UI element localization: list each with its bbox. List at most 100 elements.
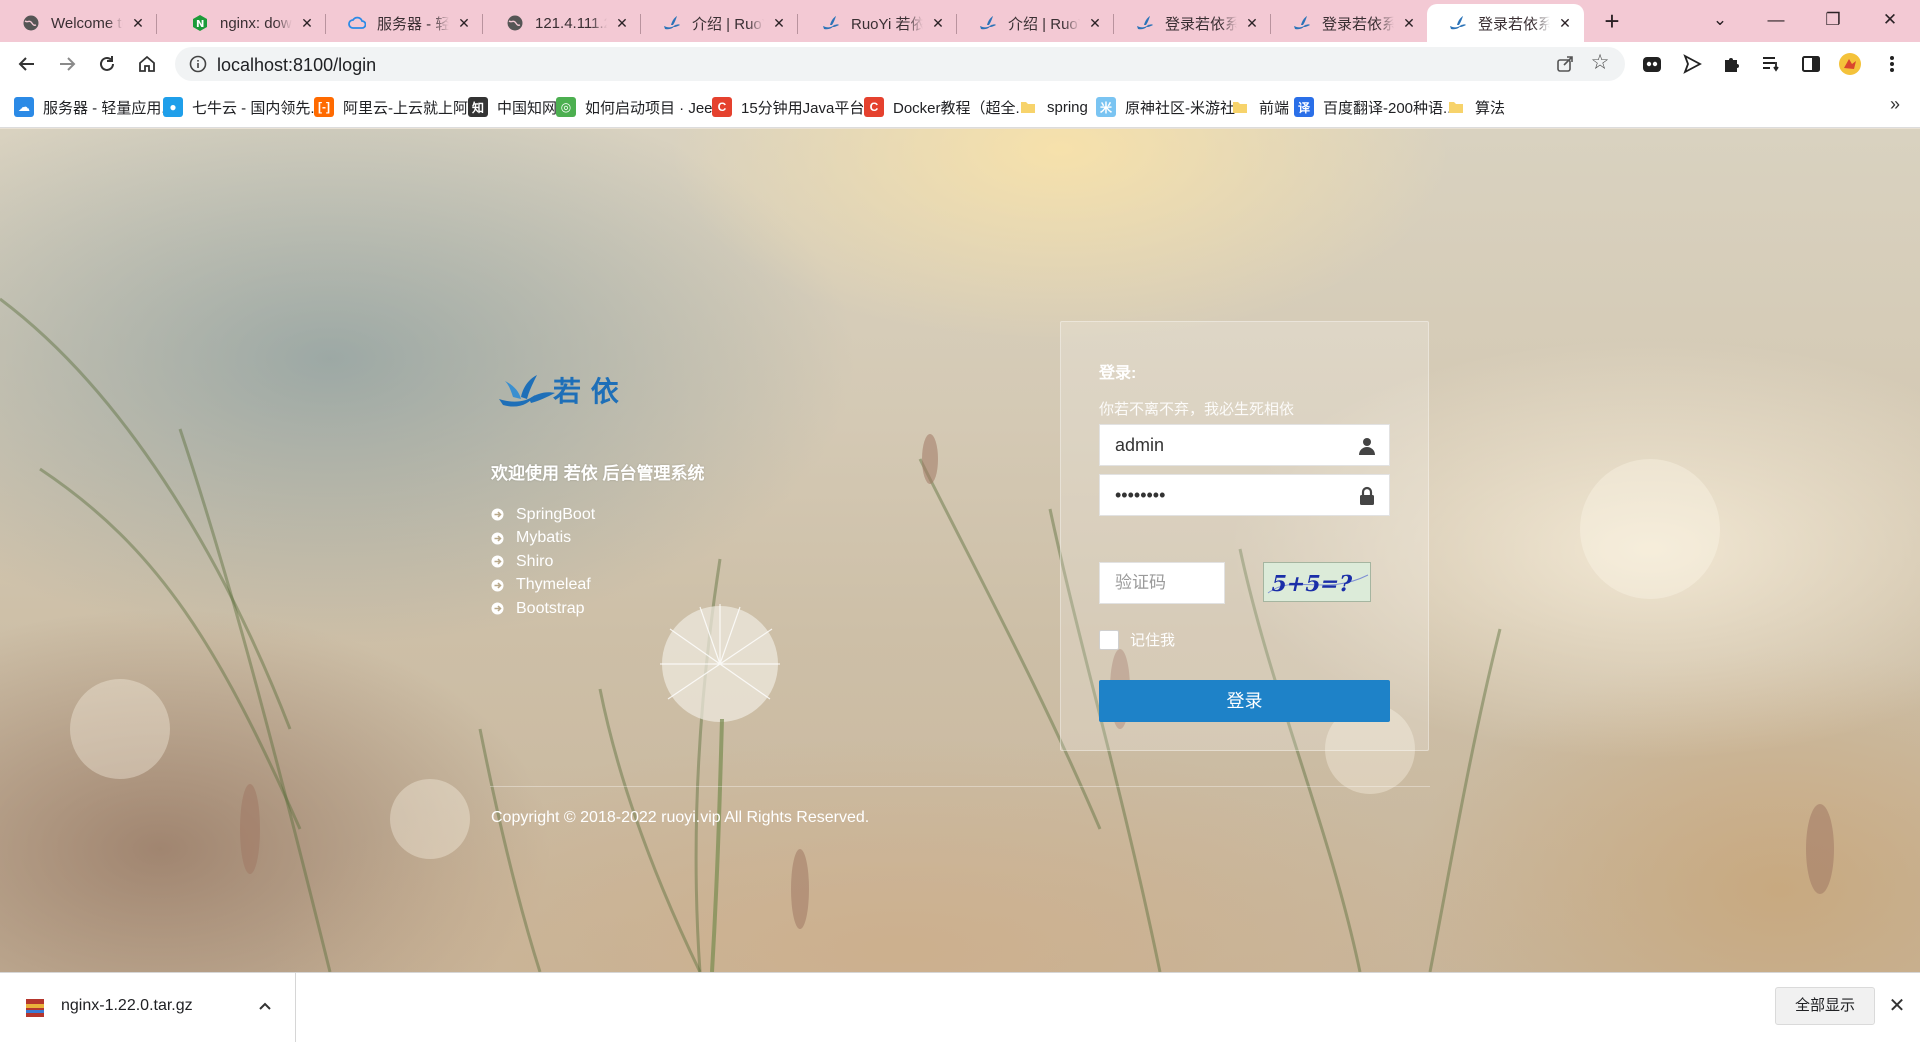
globe-icon bbox=[22, 14, 40, 32]
reading-list-icon[interactable] bbox=[1759, 52, 1783, 76]
tab-title: 服务器 - 轻量应用服务器 bbox=[377, 15, 449, 33]
browser-tab[interactable]: 登录若依系统 ✕ bbox=[1271, 4, 1428, 42]
download-item[interactable]: nginx-1.22.0.tar.gz bbox=[0, 973, 296, 1042]
svg-text:N: N bbox=[196, 19, 204, 30]
show-all-downloads-button[interactable]: 全部显示 bbox=[1775, 987, 1875, 1025]
share-icon[interactable] bbox=[1555, 54, 1575, 74]
bookmark-item[interactable]: 前端 bbox=[1230, 96, 1289, 118]
remember-me-checkbox[interactable] bbox=[1099, 629, 1119, 650]
bookmark-item[interactable]: 米原神社区-米游社 bbox=[1096, 96, 1235, 118]
captcha-input[interactable] bbox=[1100, 563, 1220, 603]
close-tab-icon[interactable]: ✕ bbox=[1243, 14, 1261, 32]
bookmark-item[interactable]: 知中国知网 bbox=[468, 96, 557, 118]
password-input[interactable] bbox=[1100, 475, 1340, 515]
bookmark-item[interactable]: ◎ 如何启动项目 · Jee... bbox=[556, 96, 725, 118]
browser-toolbar: localhost:8100/login ☆ bbox=[0, 42, 1920, 86]
forward-button[interactable] bbox=[53, 50, 81, 78]
close-tab-icon[interactable]: ✕ bbox=[770, 14, 788, 32]
extensions-puzzle-icon[interactable] bbox=[1719, 52, 1743, 76]
reload-button[interactable] bbox=[93, 50, 121, 78]
bookmark-item[interactable]: ☁ 服务器 - 轻量应用... bbox=[14, 96, 174, 118]
bookmark-label: 前端 bbox=[1259, 99, 1290, 117]
browser-tab[interactable]: 介绍 | RuoYi ✕ bbox=[957, 4, 1114, 42]
bookmark-item[interactable]: spring bbox=[1018, 96, 1088, 118]
feature-item: Bootstrap bbox=[491, 597, 595, 621]
captcha-image[interactable]: 5+5=? bbox=[1263, 562, 1371, 602]
bookmark-label: 七牛云 - 国内领先... bbox=[192, 99, 323, 117]
browser-tab[interactable]: 介绍 | RuoYi ✕ bbox=[641, 4, 798, 42]
close-tab-icon[interactable]: ✕ bbox=[455, 14, 473, 32]
password-field-wrapper bbox=[1099, 474, 1390, 516]
close-tab-icon[interactable]: ✕ bbox=[1086, 14, 1104, 32]
csdn-icon: C bbox=[712, 97, 732, 117]
bookmark-item[interactable]: 算法 bbox=[1446, 96, 1505, 118]
login-title: 登录: bbox=[1099, 365, 1137, 382]
restore-button[interactable]: ❐ bbox=[1817, 6, 1849, 34]
extension-send-icon[interactable] bbox=[1680, 52, 1704, 76]
url-text[interactable]: localhost:8100/login bbox=[217, 55, 376, 76]
arrow-right-icon bbox=[60, 57, 76, 71]
address-bar[interactable]: localhost:8100/login ☆ bbox=[175, 47, 1625, 81]
home-button[interactable] bbox=[133, 50, 161, 78]
bookmark-item[interactable]: [-] 阿里云-上云就上阿... bbox=[314, 96, 481, 118]
side-panel-icon[interactable] bbox=[1799, 52, 1823, 76]
bookmark-label: 阿里云-上云就上阿... bbox=[343, 99, 481, 117]
extension-ghost-icon[interactable] bbox=[1640, 52, 1664, 76]
ruoyi-icon bbox=[1293, 14, 1311, 32]
close-tab-icon[interactable]: ✕ bbox=[929, 14, 947, 32]
close-tab-icon[interactable]: ✕ bbox=[1400, 14, 1418, 32]
tab-separator bbox=[156, 14, 157, 34]
svg-text:若 依: 若 依 bbox=[553, 375, 620, 408]
tab-title: 登录若依系统 bbox=[1478, 15, 1550, 33]
close-download-bar-button[interactable]: ✕ bbox=[1886, 995, 1908, 1017]
browser-menu-icon[interactable] bbox=[1880, 52, 1904, 76]
browser-tab[interactable]: Nnginx: download ✕ bbox=[169, 4, 326, 42]
user-icon bbox=[1359, 438, 1375, 455]
bookmark-label: spring bbox=[1047, 98, 1088, 116]
new-tab-button[interactable]: + bbox=[1598, 8, 1626, 36]
chevron-up-icon[interactable] bbox=[256, 997, 274, 1015]
bookmark-item[interactable]: C Docker教程（超全... bbox=[864, 96, 1028, 118]
browser-tab-bar: Welcome to nginx!✕Nnginx: download✕服务器 -… bbox=[0, 0, 1920, 42]
browser-tab[interactable]: RuoYi 若依官方网站 ✕ bbox=[800, 4, 957, 42]
download-filename: nginx-1.22.0.tar.gz bbox=[61, 997, 193, 1014]
info-icon[interactable] bbox=[189, 55, 207, 73]
close-tab-icon[interactable]: ✕ bbox=[129, 14, 147, 32]
close-tab-icon[interactable]: ✕ bbox=[613, 14, 631, 32]
browser-tab[interactable]: 服务器 - 轻量应用服务器 ✕ bbox=[326, 4, 483, 42]
close-tab-icon[interactable]: ✕ bbox=[298, 14, 316, 32]
bookmark-item[interactable]: ● 七牛云 - 国内领先... bbox=[163, 96, 323, 118]
username-input[interactable] bbox=[1100, 425, 1340, 465]
tab-title: RuoYi 若依官方网站 bbox=[851, 15, 923, 33]
captcha-text: 5+5=? bbox=[1269, 571, 1355, 597]
tab-search-button[interactable]: ⌄ bbox=[1704, 6, 1736, 34]
browser-tab[interactable]: 121.4.111.222 ✕ bbox=[484, 4, 641, 42]
translate-icon: 译 bbox=[1294, 97, 1314, 117]
browser-tab[interactable]: 登录若依系统 ✕ bbox=[1427, 4, 1584, 42]
bookmarks-overflow-button[interactable]: » bbox=[1890, 94, 1900, 115]
close-tab-icon[interactable]: ✕ bbox=[1556, 14, 1574, 32]
window-close-button[interactable]: ✕ bbox=[1874, 6, 1906, 34]
login-button[interactable]: 登录 bbox=[1099, 680, 1390, 722]
captcha-field-wrapper bbox=[1099, 562, 1225, 604]
back-button[interactable] bbox=[13, 50, 41, 78]
ruoyi-icon bbox=[1136, 14, 1154, 32]
profile-avatar-icon[interactable] bbox=[1838, 52, 1862, 76]
bookmark-star-icon[interactable]: ☆ bbox=[1589, 52, 1611, 74]
browser-tab[interactable]: Welcome to nginx! ✕ bbox=[0, 4, 157, 42]
remember-me[interactable]: 记住我 bbox=[1099, 629, 1175, 650]
minimize-button[interactable]: — bbox=[1760, 6, 1792, 34]
feature-label: Bootstrap bbox=[516, 599, 585, 617]
login-page: 若 依 欢迎使用 若依 后台管理系统 SpringBoot Mybatis Shir… bbox=[0, 129, 1920, 972]
arrow-circle-icon bbox=[491, 602, 504, 615]
bookmark-item[interactable]: 译百度翻译-200种语... bbox=[1294, 96, 1456, 118]
feature-item: Thymeleaf bbox=[491, 574, 595, 598]
tab-title: nginx: download bbox=[220, 14, 292, 32]
archive-file-icon bbox=[26, 999, 44, 1017]
cloud-icon bbox=[348, 14, 366, 32]
bookmark-item[interactable]: C 15分钟用Java平台... bbox=[712, 96, 877, 118]
folder-icon bbox=[1446, 97, 1466, 117]
browser-tab[interactable]: 登录若依系统 ✕ bbox=[1114, 4, 1271, 42]
feature-label: Shiro bbox=[516, 552, 554, 570]
tab-title: 介绍 | RuoYi bbox=[1008, 15, 1080, 33]
